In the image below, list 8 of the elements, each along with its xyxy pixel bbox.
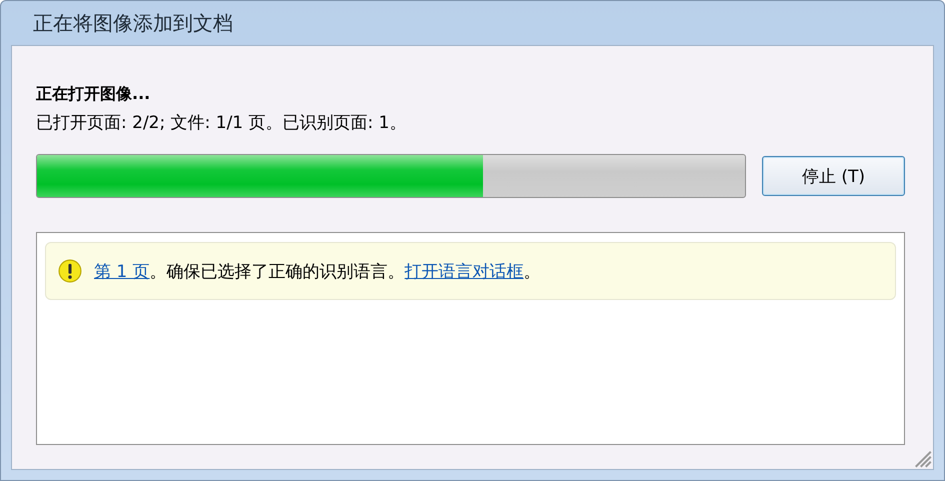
link[interactable]: 第 1 页 — [94, 262, 150, 282]
status-text: 已打开页面: 2/2; 文件: 1/1 页。已识别页面: 1。 — [36, 112, 408, 134]
message-text: 第 1 页。确保已选择了正确的识别语言。打开语言对话框。 — [94, 260, 541, 282]
stop-button[interactable]: 停止 (T) — [762, 156, 905, 196]
status-heading: 正在打开图像... — [36, 84, 152, 105]
window-title: 正在将图像添加到文档 — [32, 10, 233, 36]
link[interactable]: 打开语言对话框 — [404, 262, 524, 282]
warning-icon — [58, 259, 82, 283]
